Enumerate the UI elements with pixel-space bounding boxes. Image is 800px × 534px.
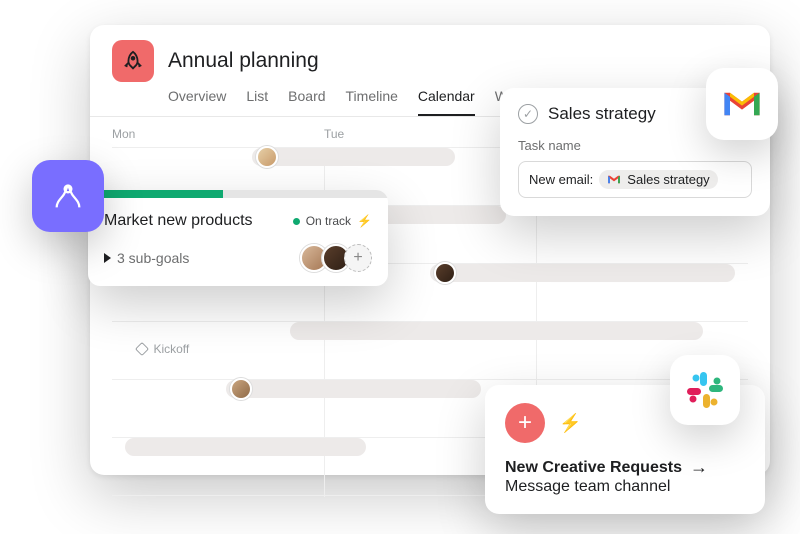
sub-goals-toggle[interactable]: 3 sub-goals [104, 250, 189, 266]
gmail-mini-icon [607, 174, 621, 185]
caret-right-icon [104, 253, 111, 263]
tab-timeline[interactable]: Timeline [346, 88, 398, 116]
calendar-event[interactable] [125, 438, 367, 456]
tab-overview[interactable]: Overview [168, 88, 226, 116]
milestone-label: Kickoff [153, 342, 189, 356]
project-rocket-icon [112, 40, 154, 82]
gmail-app-icon [706, 68, 778, 140]
tab-board[interactable]: Board [288, 88, 325, 116]
gmail-integration-card: ✓ Sales strategy Task name New email: Sa… [500, 88, 770, 216]
sub-goals-label: 3 sub-goals [117, 250, 189, 266]
create-task-button[interactable]: + [505, 403, 545, 443]
slack-card-subtitle: Message team channel [505, 478, 745, 496]
goal-progress-remaining [223, 190, 388, 198]
add-assignee-button[interactable]: + [344, 244, 372, 272]
assignee-avatar [434, 262, 456, 284]
project-header: Annual planning [90, 25, 770, 82]
assignee-avatar [230, 378, 252, 400]
plus-icon: + [353, 249, 362, 267]
arrow-right-icon: → [690, 457, 708, 478]
goal-progress-bar [88, 190, 388, 198]
goal-status: On track ⚡ [293, 214, 372, 228]
goals-app-icon [32, 160, 104, 232]
slack-card-title: New Creative Requests → [505, 457, 745, 478]
calendar-row: Kickoff [112, 322, 748, 380]
milestone-icon [135, 342, 149, 356]
calendar-event[interactable] [430, 264, 735, 282]
plus-icon: + [518, 409, 532, 437]
task-complete-checkbox[interactable]: ✓ [518, 104, 538, 124]
slack-app-icon [670, 355, 740, 425]
gmail-task-title: Sales strategy [548, 104, 656, 124]
bolt-icon: ⚡ [559, 413, 581, 434]
project-title: Annual planning [168, 49, 319, 73]
milestone-kickoff[interactable]: Kickoff [137, 342, 189, 356]
tab-list[interactable]: List [246, 88, 268, 116]
task-name-field-label: Task name [518, 138, 752, 153]
email-chip-label: Sales strategy [627, 172, 709, 187]
task-name-field[interactable]: New email: Sales strategy [518, 161, 752, 198]
slack-card-title-text: New Creative Requests [505, 459, 682, 477]
status-dot [293, 218, 300, 225]
assignee-avatar [256, 146, 278, 168]
calendar-event[interactable] [290, 322, 703, 340]
email-chip[interactable]: Sales strategy [599, 170, 717, 189]
day-mon: Mon [112, 127, 324, 141]
goal-title: Market new products [104, 212, 253, 230]
goal-card[interactable]: Market new products On track ⚡ 3 sub-goa… [88, 190, 388, 286]
goal-assignees: + [306, 244, 372, 272]
calendar-event[interactable] [252, 148, 456, 166]
bolt-icon: ⚡ [357, 214, 372, 228]
task-name-prefix: New email: [529, 172, 593, 187]
goal-progress-fill [88, 190, 223, 198]
check-icon: ✓ [523, 107, 533, 121]
calendar-event[interactable] [226, 380, 480, 398]
tab-calendar[interactable]: Calendar [418, 88, 475, 116]
status-label: On track [306, 214, 351, 228]
slack-integration-card: + ⚡ New Creative Requests → Message team… [485, 385, 765, 514]
